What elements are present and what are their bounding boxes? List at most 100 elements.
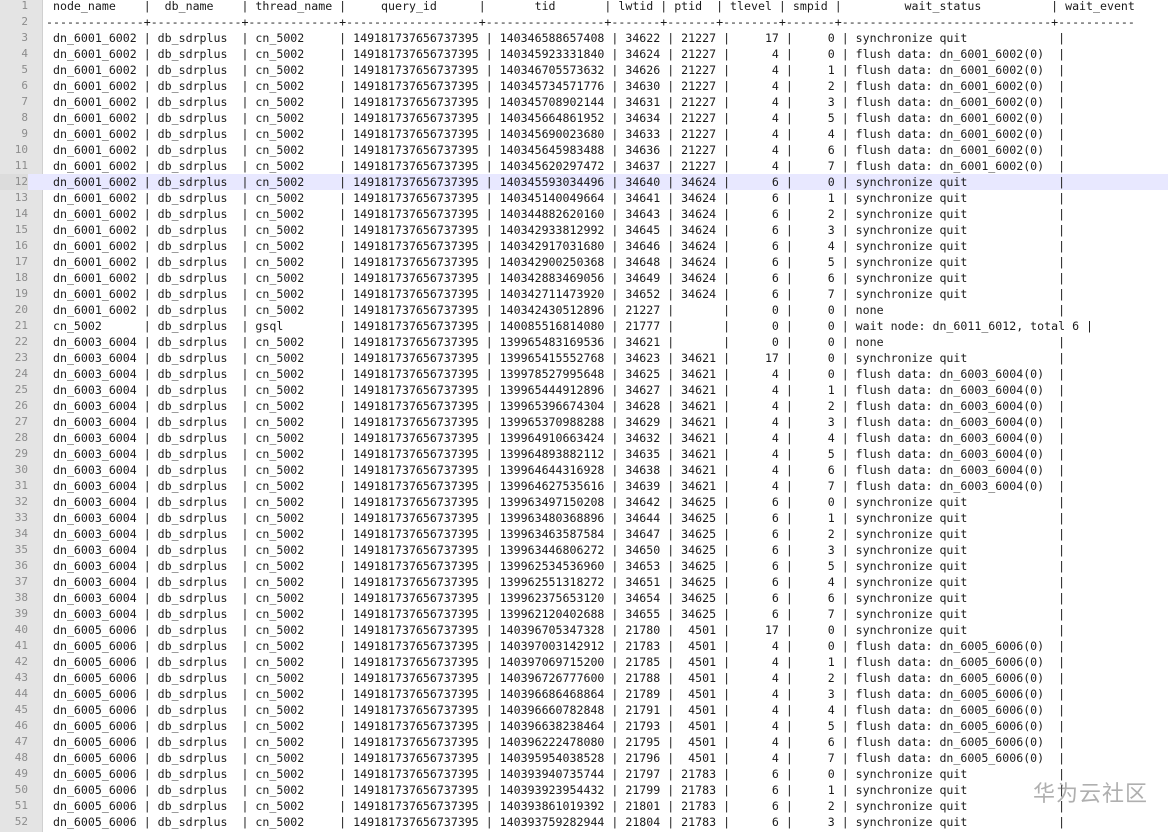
table-row[interactable]: 15 dn_6001_6002 | db_sdrplus | cn_5002 |…	[0, 222, 1168, 238]
table-row[interactable]: 34 dn_6003_6004 | db_sdrplus | cn_5002 |…	[0, 526, 1168, 542]
table-row[interactable]: 37 dn_6003_6004 | db_sdrplus | cn_5002 |…	[0, 574, 1168, 590]
table-row[interactable]: 6 dn_6001_6002 | db_sdrplus | cn_5002 | …	[0, 78, 1168, 94]
line-text[interactable]: dn_6001_6002 | db_sdrplus | cn_5002 | 14…	[46, 142, 1065, 158]
line-text[interactable]: dn_6005_6006 | db_sdrplus | cn_5002 | 14…	[46, 814, 1065, 830]
line-text[interactable]: dn_6001_6002 | db_sdrplus | cn_5002 | 14…	[46, 126, 1065, 142]
text-editor[interactable]: 1 node_name | db_name | thread_name | qu…	[0, 0, 1168, 832]
table-row[interactable]: 32 dn_6003_6004 | db_sdrplus | cn_5002 |…	[0, 494, 1168, 510]
line-text[interactable]: dn_6003_6004 | db_sdrplus | cn_5002 | 14…	[46, 366, 1065, 382]
table-row[interactable]: 47 dn_6005_6006 | db_sdrplus | cn_5002 |…	[0, 734, 1168, 750]
line-text[interactable]: dn_6001_6002 | db_sdrplus | cn_5002 | 14…	[46, 222, 1065, 238]
line-text[interactable]: dn_6001_6002 | db_sdrplus | cn_5002 | 14…	[46, 158, 1065, 174]
table-row[interactable]: 10 dn_6001_6002 | db_sdrplus | cn_5002 |…	[0, 142, 1168, 158]
line-text[interactable]: dn_6001_6002 | db_sdrplus | cn_5002 | 14…	[46, 174, 1065, 190]
line-text[interactable]: dn_6001_6002 | db_sdrplus | cn_5002 | 14…	[46, 206, 1065, 222]
line-text[interactable]: dn_6005_6006 | db_sdrplus | cn_5002 | 14…	[46, 638, 1065, 654]
line-text[interactable]: dn_6003_6004 | db_sdrplus | cn_5002 | 14…	[46, 398, 1065, 414]
table-row[interactable]: 19 dn_6001_6002 | db_sdrplus | cn_5002 |…	[0, 286, 1168, 302]
line-text[interactable]: dn_6003_6004 | db_sdrplus | cn_5002 | 14…	[46, 510, 1065, 526]
table-row[interactable]: 11 dn_6001_6002 | db_sdrplus | cn_5002 |…	[0, 158, 1168, 174]
table-row[interactable]: 48 dn_6005_6006 | db_sdrplus | cn_5002 |…	[0, 750, 1168, 766]
table-row[interactable]: 27 dn_6003_6004 | db_sdrplus | cn_5002 |…	[0, 414, 1168, 430]
line-text[interactable]: dn_6003_6004 | db_sdrplus | cn_5002 | 14…	[46, 382, 1065, 398]
line-text[interactable]: dn_6005_6006 | db_sdrplus | cn_5002 | 14…	[46, 766, 1065, 782]
table-row[interactable]: 40 dn_6005_6006 | db_sdrplus | cn_5002 |…	[0, 622, 1168, 638]
line-text[interactable]: dn_6003_6004 | db_sdrplus | cn_5002 | 14…	[46, 414, 1065, 430]
table-row[interactable]: 18 dn_6001_6002 | db_sdrplus | cn_5002 |…	[0, 270, 1168, 286]
table-row[interactable]: 52 dn_6005_6006 | db_sdrplus | cn_5002 |…	[0, 814, 1168, 830]
line-text[interactable]: dn_6003_6004 | db_sdrplus | cn_5002 | 14…	[46, 430, 1065, 446]
table-row[interactable]: 26 dn_6003_6004 | db_sdrplus | cn_5002 |…	[0, 398, 1168, 414]
line-text[interactable]: dn_6003_6004 | db_sdrplus | cn_5002 | 14…	[46, 334, 1065, 350]
table-row[interactable]: 30 dn_6003_6004 | db_sdrplus | cn_5002 |…	[0, 462, 1168, 478]
table-row[interactable]: 21 cn_5002 | db_sdrplus | gsql | 1491817…	[0, 318, 1168, 334]
line-text[interactable]: dn_6001_6002 | db_sdrplus | cn_5002 | 14…	[46, 62, 1065, 78]
table-row[interactable]: 50 dn_6005_6006 | db_sdrplus | cn_5002 |…	[0, 782, 1168, 798]
table-row[interactable]: 20 dn_6001_6002 | db_sdrplus | cn_5002 |…	[0, 302, 1168, 318]
table-row[interactable]: 8 dn_6001_6002 | db_sdrplus | cn_5002 | …	[0, 110, 1168, 126]
table-row[interactable]: 4 dn_6001_6002 | db_sdrplus | cn_5002 | …	[0, 46, 1168, 62]
line-text[interactable]: dn_6001_6002 | db_sdrplus | cn_5002 | 14…	[46, 238, 1065, 254]
table-row[interactable]: 28 dn_6003_6004 | db_sdrplus | cn_5002 |…	[0, 430, 1168, 446]
table-row[interactable]: 5 dn_6001_6002 | db_sdrplus | cn_5002 | …	[0, 62, 1168, 78]
line-text[interactable]: dn_6001_6002 | db_sdrplus | cn_5002 | 14…	[46, 270, 1065, 286]
line-text[interactable]: dn_6003_6004 | db_sdrplus | cn_5002 | 14…	[46, 350, 1065, 366]
line-text[interactable]: dn_6001_6002 | db_sdrplus | cn_5002 | 14…	[46, 254, 1065, 270]
table-row[interactable]: 29 dn_6003_6004 | db_sdrplus | cn_5002 |…	[0, 446, 1168, 462]
table-row[interactable]: 31 dn_6003_6004 | db_sdrplus | cn_5002 |…	[0, 478, 1168, 494]
table-row[interactable]: 36 dn_6003_6004 | db_sdrplus | cn_5002 |…	[0, 558, 1168, 574]
line-text[interactable]: dn_6003_6004 | db_sdrplus | cn_5002 | 14…	[46, 542, 1065, 558]
table-row[interactable]: 14 dn_6001_6002 | db_sdrplus | cn_5002 |…	[0, 206, 1168, 222]
table-row[interactable]: 17 dn_6001_6002 | db_sdrplus | cn_5002 |…	[0, 254, 1168, 270]
line-text[interactable]: dn_6001_6002 | db_sdrplus | cn_5002 | 14…	[46, 46, 1065, 62]
line-text[interactable]: dn_6005_6006 | db_sdrplus | cn_5002 | 14…	[46, 750, 1065, 766]
table-row[interactable]: 51 dn_6005_6006 | db_sdrplus | cn_5002 |…	[0, 798, 1168, 814]
line-text[interactable]: dn_6003_6004 | db_sdrplus | cn_5002 | 14…	[46, 526, 1065, 542]
table-row[interactable]: 39 dn_6003_6004 | db_sdrplus | cn_5002 |…	[0, 606, 1168, 622]
table-row[interactable]: 33 dn_6003_6004 | db_sdrplus | cn_5002 |…	[0, 510, 1168, 526]
line-text[interactable]: dn_6003_6004 | db_sdrplus | cn_5002 | 14…	[46, 478, 1065, 494]
line-text[interactable]: --------------+-------------+-----------…	[46, 14, 1135, 30]
table-row[interactable]: 7 dn_6001_6002 | db_sdrplus | cn_5002 | …	[0, 94, 1168, 110]
table-row[interactable]: 16 dn_6001_6002 | db_sdrplus | cn_5002 |…	[0, 238, 1168, 254]
table-row[interactable]: 45 dn_6005_6006 | db_sdrplus | cn_5002 |…	[0, 702, 1168, 718]
line-text[interactable]: dn_6005_6006 | db_sdrplus | cn_5002 | 14…	[46, 718, 1065, 734]
line-text[interactable]: dn_6003_6004 | db_sdrplus | cn_5002 | 14…	[46, 606, 1065, 622]
line-text[interactable]: dn_6001_6002 | db_sdrplus | cn_5002 | 14…	[46, 78, 1065, 94]
table-row[interactable]: 25 dn_6003_6004 | db_sdrplus | cn_5002 |…	[0, 382, 1168, 398]
table-row[interactable]: 38 dn_6003_6004 | db_sdrplus | cn_5002 |…	[0, 590, 1168, 606]
table-row[interactable]: 43 dn_6005_6006 | db_sdrplus | cn_5002 |…	[0, 670, 1168, 686]
line-text[interactable]: dn_6001_6002 | db_sdrplus | cn_5002 | 14…	[46, 110, 1065, 126]
line-text[interactable]: dn_6001_6002 | db_sdrplus | cn_5002 | 14…	[46, 286, 1065, 302]
table-row[interactable]: 13 dn_6001_6002 | db_sdrplus | cn_5002 |…	[0, 190, 1168, 206]
header-line[interactable]: 1 node_name | db_name | thread_name | qu…	[0, 0, 1168, 14]
line-text[interactable]: dn_6005_6006 | db_sdrplus | cn_5002 | 14…	[46, 702, 1065, 718]
table-row[interactable]: 24 dn_6003_6004 | db_sdrplus | cn_5002 |…	[0, 366, 1168, 382]
line-text[interactable]: node_name | db_name | thread_name | quer…	[46, 0, 1135, 14]
line-text[interactable]: dn_6003_6004 | db_sdrplus | cn_5002 | 14…	[46, 558, 1065, 574]
line-text[interactable]: dn_6003_6004 | db_sdrplus | cn_5002 | 14…	[46, 446, 1065, 462]
table-row[interactable]: 23 dn_6003_6004 | db_sdrplus | cn_5002 |…	[0, 350, 1168, 366]
line-text[interactable]: dn_6001_6002 | db_sdrplus | cn_5002 | 14…	[46, 30, 1065, 46]
line-text[interactable]: dn_6005_6006 | db_sdrplus | cn_5002 | 14…	[46, 622, 1065, 638]
table-row[interactable]: 42 dn_6005_6006 | db_sdrplus | cn_5002 |…	[0, 654, 1168, 670]
separator-line[interactable]: 2 --------------+-------------+----------…	[0, 14, 1168, 30]
line-text[interactable]: dn_6005_6006 | db_sdrplus | cn_5002 | 14…	[46, 798, 1065, 814]
line-text[interactable]: dn_6005_6006 | db_sdrplus | cn_5002 | 14…	[46, 654, 1065, 670]
table-row[interactable]: 22 dn_6003_6004 | db_sdrplus | cn_5002 |…	[0, 334, 1168, 350]
line-text[interactable]: dn_6001_6002 | db_sdrplus | cn_5002 | 14…	[46, 302, 1065, 318]
line-text[interactable]: dn_6003_6004 | db_sdrplus | cn_5002 | 14…	[46, 494, 1065, 510]
table-row[interactable]: 41 dn_6005_6006 | db_sdrplus | cn_5002 |…	[0, 638, 1168, 654]
current-line[interactable]: 12 dn_6001_6002 | db_sdrplus | cn_5002 |…	[0, 174, 1168, 190]
table-row[interactable]: 35 dn_6003_6004 | db_sdrplus | cn_5002 |…	[0, 542, 1168, 558]
table-row[interactable]: 46 dn_6005_6006 | db_sdrplus | cn_5002 |…	[0, 718, 1168, 734]
line-text[interactable]: dn_6005_6006 | db_sdrplus | cn_5002 | 14…	[46, 782, 1065, 798]
line-text[interactable]: dn_6005_6006 | db_sdrplus | cn_5002 | 14…	[46, 670, 1065, 686]
line-text[interactable]: dn_6003_6004 | db_sdrplus | cn_5002 | 14…	[46, 462, 1065, 478]
line-text[interactable]: dn_6001_6002 | db_sdrplus | cn_5002 | 14…	[46, 94, 1065, 110]
table-row[interactable]: 3 dn_6001_6002 | db_sdrplus | cn_5002 | …	[0, 30, 1168, 46]
line-text[interactable]: dn_6005_6006 | db_sdrplus | cn_5002 | 14…	[46, 686, 1065, 702]
line-text[interactable]: dn_6003_6004 | db_sdrplus | cn_5002 | 14…	[46, 590, 1065, 606]
line-text[interactable]: dn_6005_6006 | db_sdrplus | cn_5002 | 14…	[46, 734, 1065, 750]
editor-lines[interactable]: 1 node_name | db_name | thread_name | qu…	[0, 0, 1168, 830]
